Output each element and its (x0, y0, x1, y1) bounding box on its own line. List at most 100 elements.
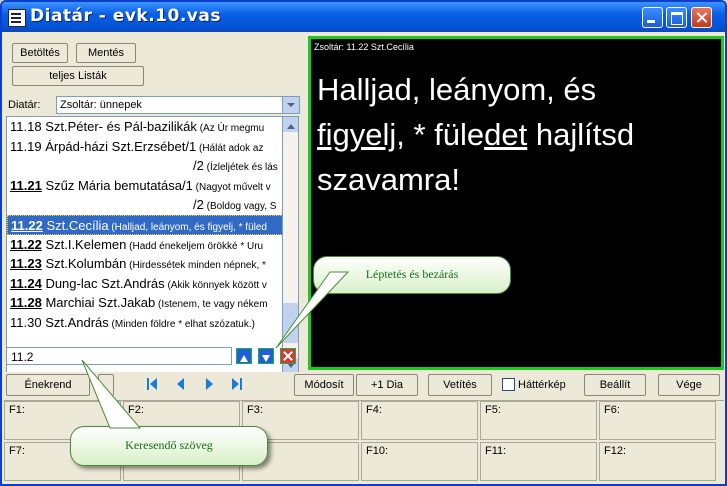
close-button[interactable] (691, 7, 712, 28)
scroll-thumb[interactable] (283, 303, 298, 343)
list-item-number: 11.22 (10, 237, 42, 252)
list-item-number-text: 11.23 (10, 256, 42, 272)
preview-word-underlined: figyelj (317, 117, 397, 152)
step-up-button[interactable] (236, 348, 252, 364)
list-item[interactable]: 11.21 Szűz Mária bemutatása/1 (Nagyot mű… (7, 176, 283, 196)
list-item-title: Szt.Cecília (42, 217, 109, 233)
enekrend-button[interactable]: Énekrend (6, 374, 90, 396)
diatar-label: Diatár: (8, 99, 41, 111)
scroll-up-arrow-icon[interactable] (283, 117, 298, 132)
diatar-select-value: Zsoltár: ünnepek (60, 99, 142, 111)
list-item-description: (Boldog vagy, S (203, 201, 277, 213)
list-item-title: Szt.Péter- és Pál-bazilikák (41, 119, 197, 134)
list-item[interactable]: 11.22 Szt.I.Kelemen (Hadd énekeljem örök… (7, 235, 283, 255)
list-item-title: Árpád-házi Szt.Erzsébet/1 (41, 138, 197, 154)
previous-slide-icon[interactable] (174, 376, 188, 392)
list-item-title: Dung-lac Szt.András (41, 275, 165, 291)
list-item-number-text: 11.22 (11, 217, 43, 233)
list-item[interactable]: 11.23 Szt.Kolumbán (Hirdessétek minden n… (7, 254, 283, 274)
list-item-title: /2 (193, 197, 204, 213)
list-item-title: Szt.András (41, 314, 109, 330)
preview-line-1: Halljad, leányom, és (317, 72, 597, 107)
next-slide-icon[interactable] (202, 376, 216, 392)
list-item-number: 11.22 (11, 218, 43, 233)
window-title: Diatár - evk.10.vas (30, 6, 221, 26)
list-item-title: Marchiai Szt.Jakab (41, 295, 156, 311)
preview-text-part: hajlítsd (527, 117, 635, 152)
list-item-description: (Minden földre * elhat szózatuk.) (108, 318, 255, 330)
list-item-description: (Akik könnyek között v (164, 279, 267, 291)
app-window: Diatár - evk.10.vas Betöltés Mentés telj… (0, 0, 727, 486)
diatar-select[interactable]: Zsoltár: ünnepek (56, 96, 300, 114)
close-search-button[interactable] (280, 348, 296, 364)
list-item-number-text: 11.22 (10, 236, 42, 252)
list-item[interactable]: 11.19 Árpád-házi Szt.Erzsébet/1 (Hálát a… (7, 137, 283, 157)
plus-one-slide-button[interactable]: +1 Dia (356, 374, 418, 396)
list-item-number-text: 11.21 (10, 177, 42, 193)
preview-line-3: szavamra! (317, 162, 460, 197)
function-key-cell[interactable]: F11: (480, 442, 597, 481)
maximize-button[interactable] (666, 7, 687, 28)
list-item-description: (Hadd énekeljem örökké * Uru (126, 240, 264, 252)
list-item-description: (Hálát adok az (196, 142, 264, 154)
modify-button[interactable]: Módosít (294, 374, 354, 396)
list-item-title: /2 (193, 158, 204, 174)
bottom-toolbar: Énekrend Módosít +1 Dia Vetítés Háttérké… (2, 372, 725, 398)
list-item-number: 11.18 (10, 119, 42, 134)
projection-button[interactable]: Vetítés (428, 374, 492, 396)
title-bar[interactable]: Diatár - evk.10.vas (2, 2, 725, 32)
preview-caption: Zsoltár: 11.22 Szt.Cecília (314, 42, 414, 52)
app-icon[interactable] (8, 9, 26, 27)
list-item[interactable]: 11.30 Szt.András (Minden földre * elhat … (7, 313, 283, 333)
list-item[interactable]: /2 (Boldog vagy, S (7, 195, 283, 215)
save-button[interactable]: Mentés (76, 43, 136, 63)
list-item-description: (Hirdessétek minden népnek, * (126, 260, 266, 272)
search-input[interactable]: 11.2 (6, 347, 232, 365)
list-item[interactable]: /2 (Ízleljétek és lás (7, 156, 283, 176)
list-item-description: (Az Úr megmu (196, 123, 265, 134)
step-down-button[interactable] (258, 348, 274, 364)
background-image-label: Háttérkép (518, 379, 566, 391)
stepping-callout: Léptetés és bezárás (313, 256, 511, 294)
list-item-description: (Ízleljétek és lás (203, 162, 278, 174)
chevron-down-icon[interactable] (282, 97, 299, 113)
first-slide-icon[interactable] (146, 376, 160, 392)
minimize-button[interactable] (642, 7, 663, 28)
projection-preview: Zsoltár: 11.22 Szt.Cecília Halljad, leán… (308, 36, 724, 370)
song-list-scrollbar[interactable] (282, 116, 299, 374)
list-item-description: (Istenem, te vagy nékem (155, 299, 268, 311)
preview-text: Halljad, leányom, és figyelj, * füledet … (317, 67, 717, 202)
list-item-number: 11.28 (10, 295, 42, 310)
preview-text-part: , * füle (396, 117, 485, 152)
search-text-callout: Keresendő szöveg (70, 426, 268, 466)
load-button[interactable]: Betöltés (12, 43, 68, 63)
list-item-title: Szt.I.Kelemen (41, 236, 127, 252)
list-item-description: (Halljad, leányom, és figyelj, * füled (108, 221, 267, 233)
list-item[interactable]: 11.28 Marchiai Szt.Jakab (Istenem, te va… (7, 293, 283, 313)
list-item-number: 11.21 (10, 178, 42, 193)
list-item-number: 11.23 (10, 256, 42, 271)
function-key-cell[interactable]: F4: (361, 401, 478, 440)
list-item-number-text: 11.24 (10, 275, 42, 291)
function-key-cell[interactable]: F5: (480, 401, 597, 440)
small-toolbar-button[interactable] (98, 374, 114, 396)
list-item[interactable]: 11.22 Szt.Cecília (Halljad, leányom, és … (7, 214, 283, 235)
list-item[interactable]: 11.18 Szt.Péter- és Pál-bazilikák (Az Úr… (7, 117, 283, 137)
exit-button[interactable]: Vége (658, 374, 720, 396)
list-item[interactable]: 11.24 Dung-lac Szt.András (Akik könnyek … (7, 274, 283, 294)
song-list[interactable]: 11.18 Szt.Péter- és Pál-bazilikák (Az Úr… (6, 116, 283, 376)
list-item-number: 11.19 (10, 138, 42, 154)
function-key-cell[interactable]: F10: (361, 442, 478, 481)
background-image-checkbox[interactable] (502, 378, 515, 391)
list-item-title: Szűz Mária bemutatása/1 (41, 177, 193, 193)
function-key-cell[interactable]: F12: (599, 442, 716, 481)
settings-button[interactable]: Beállít (584, 374, 646, 396)
full-lists-button[interactable]: teljes Listák (12, 66, 144, 86)
function-key-cell[interactable]: F6: (599, 401, 716, 440)
list-item-number: 11.30 (10, 314, 42, 330)
preview-line-2: figyelj, * füledet hajlítsd (317, 112, 717, 157)
list-item-number-text: 11.28 (10, 295, 42, 311)
last-slide-icon[interactable] (230, 376, 244, 392)
preview-syllable-underlined: det (484, 117, 528, 152)
list-item-description: (Nagyot művelt v (192, 181, 271, 193)
